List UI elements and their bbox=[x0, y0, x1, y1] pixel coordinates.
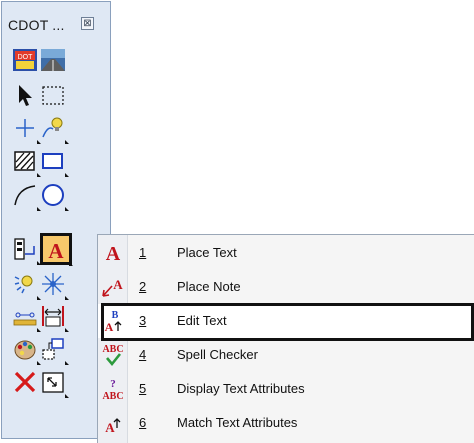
menu-item-place-text[interactable]: A 1 Place Text bbox=[98, 236, 474, 270]
menu-item-label: Display Text Attributes bbox=[177, 381, 305, 396]
svg-text:A: A bbox=[106, 243, 121, 265]
menu-item-spell-checker[interactable]: ABC 4 Spell Checker bbox=[98, 338, 474, 372]
svg-text:A: A bbox=[105, 420, 115, 435]
palette-icon[interactable] bbox=[12, 336, 41, 365]
dashed-selection-icon[interactable] bbox=[40, 82, 66, 108]
place-note-icon: A bbox=[101, 274, 125, 300]
zoom-fit-icon[interactable] bbox=[40, 369, 69, 398]
spell-checker-icon: ABC bbox=[101, 342, 125, 368]
rectangle-icon[interactable] bbox=[40, 148, 69, 177]
place-text-icon[interactable]: A bbox=[40, 233, 73, 266]
svg-text:DOT: DOT bbox=[18, 54, 34, 61]
measure-icon[interactable] bbox=[40, 303, 69, 332]
dimension-icon[interactable] bbox=[12, 303, 41, 332]
svg-text:A: A bbox=[48, 239, 64, 262]
menu-item-display-text-attributes[interactable]: ? ABC 5 Display Text Attributes bbox=[98, 372, 474, 406]
menu-item-label: Match Text Attributes bbox=[177, 415, 298, 430]
palette-title: CDOT ... bbox=[8, 17, 65, 33]
menu-item-number: 4 bbox=[139, 347, 147, 362]
circle-icon[interactable] bbox=[40, 182, 69, 211]
menu-item-match-text-attributes[interactable]: A 6 Match Text Attributes bbox=[98, 406, 474, 440]
arrow-pointer-icon[interactable] bbox=[12, 82, 38, 108]
reference-icon[interactable] bbox=[40, 336, 69, 365]
hatch-pattern-icon[interactable] bbox=[12, 148, 41, 177]
menu-item-number: 1 bbox=[139, 245, 147, 260]
display-text-attributes-icon: ? ABC bbox=[101, 376, 125, 402]
menu-item-place-note[interactable]: A 2 Place Note bbox=[98, 270, 474, 304]
arc-icon[interactable] bbox=[12, 182, 41, 211]
svg-text:ABC: ABC bbox=[102, 391, 123, 402]
tentative-bulb-icon[interactable] bbox=[40, 115, 69, 144]
pattern-burst-icon[interactable] bbox=[40, 271, 69, 300]
edit-text-highlight-frame bbox=[101, 303, 474, 341]
svg-text:A: A bbox=[113, 277, 123, 292]
svg-text:?: ? bbox=[110, 378, 116, 390]
menu-item-label: Spell Checker bbox=[177, 347, 258, 362]
menu-item-label: Place Note bbox=[177, 279, 241, 294]
place-text-icon: A bbox=[101, 240, 125, 266]
svg-text:ABC: ABC bbox=[102, 344, 123, 355]
menu-item-number: 5 bbox=[139, 381, 147, 396]
menu-item-number: 2 bbox=[139, 279, 147, 294]
sparkle-bulb-icon[interactable] bbox=[12, 271, 41, 300]
palette-close-button[interactable]: ⊠ bbox=[81, 17, 94, 30]
tool-palette: CDOT ... ⊠ DOT A bbox=[1, 1, 111, 439]
menu-item-label: Place Text bbox=[177, 245, 237, 260]
crosshair-icon[interactable] bbox=[12, 115, 41, 144]
cdot-logo-icon[interactable]: DOT bbox=[12, 47, 38, 73]
highway-image-icon[interactable] bbox=[40, 47, 66, 73]
delete-x-icon[interactable] bbox=[12, 369, 38, 395]
match-text-attributes-icon: A bbox=[101, 410, 125, 436]
cell-placement-icon[interactable] bbox=[12, 236, 41, 265]
menu-item-number: 6 bbox=[139, 415, 147, 430]
